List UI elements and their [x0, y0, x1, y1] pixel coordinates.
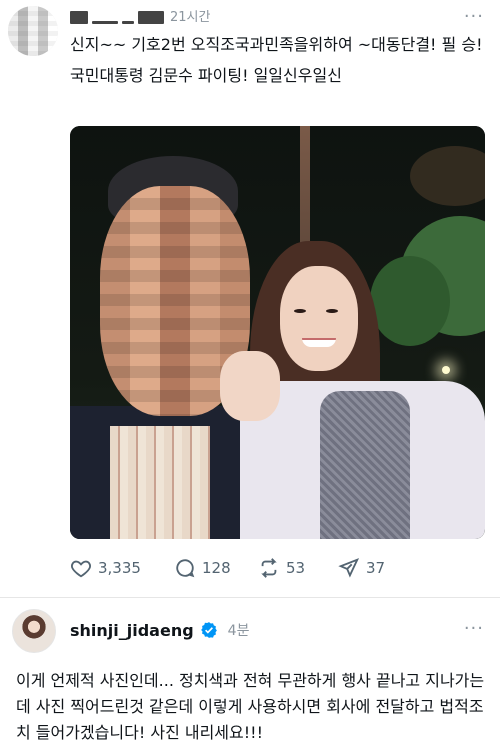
repost-count: 53 — [286, 559, 306, 577]
more-icon[interactable]: ··· — [464, 618, 484, 639]
reply-time: 4분 — [227, 623, 250, 639]
comment-icon — [176, 559, 195, 578]
post-actions: 3,335 128 53 37 — [70, 557, 490, 581]
post-text-line: 국민대통령 김문수 파이팅! 일일신우일신 — [70, 66, 342, 85]
post-text: 신지~~ 기호2번 오직조국과민족을위하여 ~대동단결! 필 승! 국민대통령 … — [70, 33, 490, 95]
verified-badge-icon — [200, 622, 217, 638]
repost-icon — [261, 558, 277, 578]
reply-avatar[interactable] — [12, 609, 56, 653]
post-text-line: 신지~~ 기호2번 오직조국과민족을위하여 ~대동단결! 필 승! — [70, 35, 483, 54]
share-count: 37 — [366, 559, 386, 577]
reply-post: shinji_jidaeng 4분 ··· 이게 언제적 사진인데... 정치색… — [0, 598, 500, 751]
reply-header: shinji_jidaeng 4분 — [70, 620, 249, 640]
more-icon[interactable]: ··· — [464, 6, 484, 27]
reply-button[interactable]: 128 — [174, 557, 231, 579]
author-avatar[interactable] — [8, 6, 58, 56]
author-name-redacted[interactable] — [70, 8, 164, 26]
share-button[interactable]: 37 — [338, 557, 385, 579]
reply-username[interactable]: shinji_jidaeng — [70, 621, 194, 640]
original-post: 21시간 ··· 신지~~ 기호2번 오직조국과민족을위하여 ~대동단결! 필 … — [0, 0, 500, 598]
heart-icon — [71, 560, 91, 578]
post-photo[interactable] — [70, 126, 485, 539]
repost-button[interactable]: 53 — [258, 557, 305, 579]
reply-count: 128 — [202, 559, 231, 577]
like-button[interactable]: 3,335 — [70, 557, 141, 579]
like-count: 3,335 — [98, 559, 141, 577]
share-icon — [338, 558, 360, 578]
reply-text: 이게 언제적 사진인데... 정치색과 전혀 무관하게 행사 끝나고 지나가는데… — [16, 671, 485, 742]
post-time: 21시간 — [170, 10, 211, 25]
